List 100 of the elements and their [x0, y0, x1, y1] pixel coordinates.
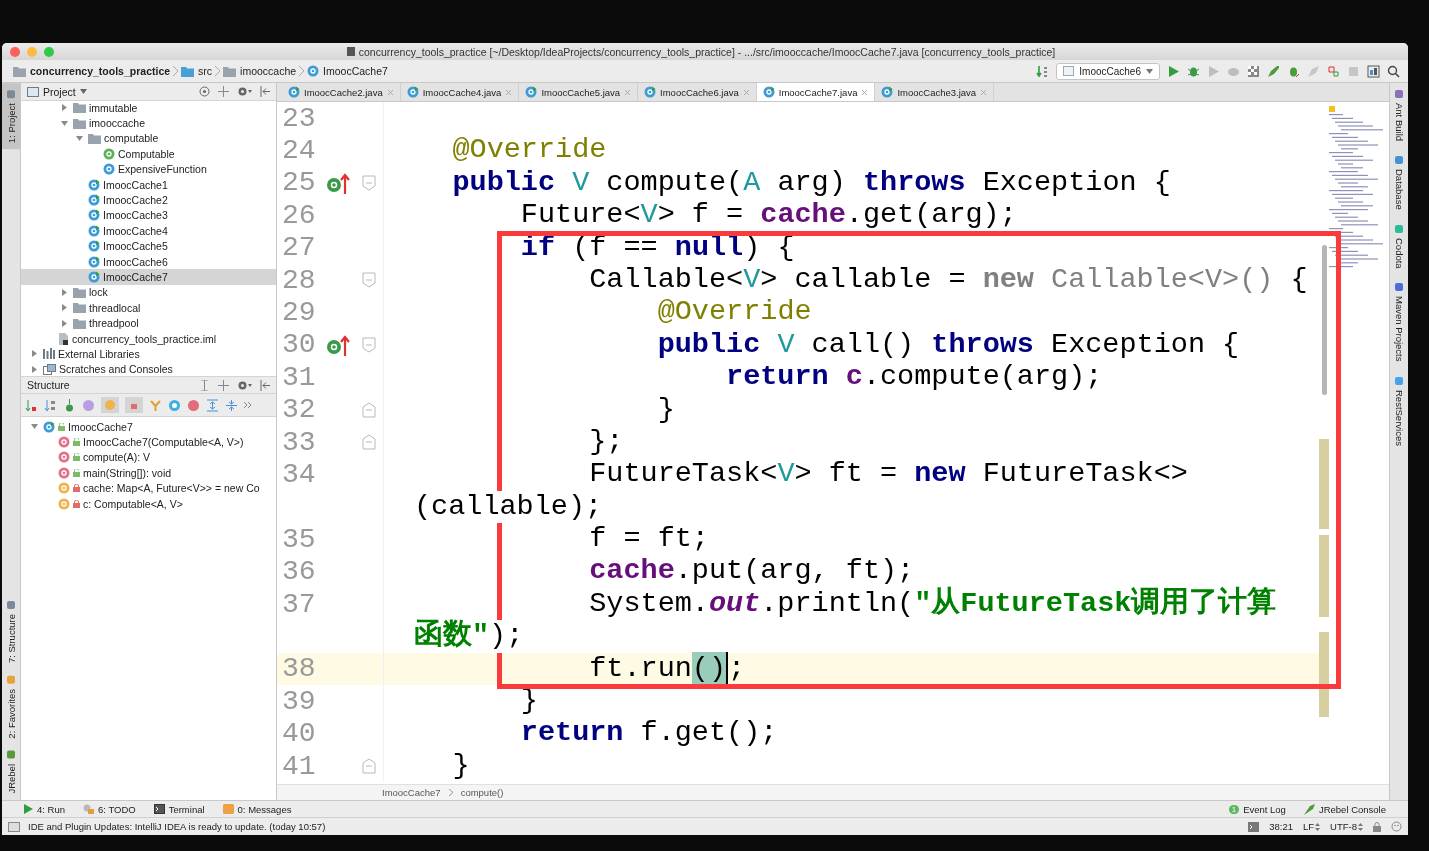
locate-icon[interactable]	[199, 86, 210, 97]
caret-position[interactable]: 38:21	[1269, 821, 1293, 832]
tree-item[interactable]: Scratches and Consoles	[21, 361, 276, 376]
close-icon[interactable]	[505, 88, 513, 96]
zoom-window-icon[interactable]	[44, 46, 54, 57]
tree-item[interactable]: ImoocCache7	[21, 419, 276, 435]
tool-window-button[interactable]: 6: TODO	[83, 803, 136, 815]
expand-icon[interactable]	[206, 398, 219, 412]
sort-icon[interactable]	[25, 398, 38, 412]
tree-item[interactable]: ImoocCache7	[21, 269, 276, 285]
tree-item[interactable]: compute(A): V	[21, 449, 276, 466]
expanded-arrow-icon[interactable]	[30, 423, 38, 431]
sort-alphabetically-icon[interactable]	[44, 398, 57, 412]
status-message[interactable]: IDE and Plugin Updates: IntelliJ IDEA is ready to update. (today 10:57)	[28, 821, 326, 832]
close-icon[interactable]	[624, 88, 632, 96]
panel-toggle-icon[interactable]	[8, 821, 20, 832]
settings-icon[interactable]	[237, 86, 252, 97]
fields-icon[interactable]	[101, 397, 119, 413]
search-icon[interactable]	[1387, 64, 1400, 78]
tree-item[interactable]: Computable	[21, 146, 276, 162]
tool-window-button[interactable]: Database	[1390, 155, 1408, 210]
interfaces-icon[interactable]	[168, 398, 181, 412]
tool-window-button[interactable]: Maven Projects	[1390, 282, 1408, 362]
non-public-icon[interactable]	[125, 397, 143, 413]
close-icon[interactable]	[980, 88, 988, 96]
tree-item[interactable]: immutable	[21, 101, 276, 116]
tool-window-button[interactable]: Codota	[1390, 223, 1408, 269]
build-icon[interactable]	[1036, 64, 1050, 78]
close-window-icon[interactable]	[10, 46, 20, 57]
tree-item[interactable]: cache: Map<A, Future<V>> = new Co	[21, 480, 276, 496]
tool-window-button[interactable]: 1 Event Log	[1228, 803, 1286, 815]
close-icon[interactable]	[861, 88, 869, 96]
editor-tab[interactable]: ImoocCache3.java	[875, 83, 995, 101]
tree-item[interactable]: c: Computable<A, V>	[21, 495, 276, 512]
editor-tab[interactable]: ImoocCache7.java	[756, 83, 876, 101]
tree-item[interactable]: lock	[21, 284, 276, 301]
tree-item[interactable]: ImoocCache3	[21, 207, 276, 224]
tool-window-button[interactable]: 4: Run	[24, 803, 65, 815]
fold-marker-icon[interactable]	[362, 758, 377, 774]
change-marker[interactable]	[1319, 439, 1329, 529]
editor-tab[interactable]: ImoocCache6.java	[638, 83, 757, 101]
fold-marker-icon[interactable]	[362, 336, 377, 353]
run-coverage-icon[interactable]	[1207, 64, 1220, 78]
editor-breadcrumb[interactable]: ImoocCache7	[382, 787, 441, 798]
tree-item[interactable]: ImoocCache5	[21, 238, 276, 254]
more-icon[interactable]	[244, 401, 252, 409]
collapsed-arrow-icon[interactable]	[60, 104, 68, 112]
lock-icon[interactable]	[1373, 821, 1381, 832]
run-configuration-dropdown[interactable]: ImoocCache6	[1056, 62, 1160, 80]
change-marker[interactable]	[1319, 535, 1329, 617]
editor-breadcrumb[interactable]: compute()	[460, 787, 504, 798]
tool-window-button[interactable]: 0: Messages	[222, 803, 292, 815]
tree-item[interactable]: ImoocCache1	[21, 176, 276, 193]
breadcrumb[interactable]: concurrency_tools_practice	[10, 65, 174, 77]
tree-item[interactable]: ImoocCache7(Computable<A, V>)	[21, 434, 276, 450]
fold-marker-icon[interactable]	[362, 174, 377, 191]
project-structure-icon[interactable]	[1367, 64, 1380, 78]
collapse-all-icon[interactable]	[218, 86, 229, 97]
hide-panel-icon[interactable]	[260, 86, 270, 97]
tree-item[interactable]: ImoocCache4	[21, 223, 276, 239]
tree-item[interactable]: computable	[21, 130, 276, 147]
run-icon[interactable]	[1167, 64, 1180, 78]
tree-item[interactable]: ImoocCache2	[21, 192, 276, 208]
fold-marker-icon[interactable]	[362, 434, 377, 451]
collapse-icon[interactable]	[225, 398, 238, 412]
expand-all-icon[interactable]	[199, 379, 210, 391]
hide-panel-icon[interactable]	[260, 379, 270, 391]
line-separator-selector[interactable]: LF	[1303, 821, 1321, 832]
coverage-icon[interactable]	[1247, 64, 1260, 78]
fold-marker-icon[interactable]	[362, 401, 377, 418]
encoding-selector[interactable]: UTF-8	[1330, 821, 1363, 832]
breadcrumb[interactable]: imooccache	[220, 65, 300, 77]
editor-tab[interactable]: ImoocCache4.java	[400, 83, 520, 101]
close-icon[interactable]	[386, 88, 394, 96]
tree-item[interactable]: concurrency_tools_practice.iml	[21, 330, 276, 347]
tool-window-button[interactable]: Terminal	[153, 803, 205, 815]
tool-window-button[interactable]: JRebel Console	[1303, 803, 1386, 815]
tool-window-button[interactable]: 7: Structure	[2, 593, 20, 669]
tree-item[interactable]: External Libraries	[21, 346, 276, 362]
tree-item[interactable]: imooccache	[21, 115, 276, 131]
tree-item[interactable]: main(String[]): void	[21, 465, 276, 481]
breadcrumb[interactable]: ImoocCache7	[304, 65, 391, 77]
fold-marker-icon[interactable]	[362, 272, 377, 289]
tree-item[interactable]: threadlocal	[21, 300, 276, 316]
change-marker[interactable]	[1319, 632, 1329, 717]
tool-window-button[interactable]: Ant Build	[1390, 89, 1408, 142]
tool-window-button[interactable]: JRebel	[2, 744, 20, 800]
tool-window-button[interactable]: 1: Project	[2, 83, 20, 150]
tree-item[interactable]: threadpool	[21, 315, 276, 331]
editor-tab[interactable]: ImoocCache2.java	[282, 83, 401, 101]
close-icon[interactable]	[742, 88, 750, 96]
breadcrumb[interactable]: src	[178, 65, 216, 77]
tool-window-button[interactable]: RestServices	[1390, 375, 1408, 446]
settings-icon[interactable]	[237, 379, 252, 391]
collapse-all-icon[interactable]	[218, 379, 229, 391]
panel-title[interactable]: Project	[43, 85, 76, 98]
terminal-icon[interactable]	[1248, 821, 1260, 832]
editor-tab[interactable]: ImoocCache5.java	[519, 83, 639, 101]
tool-window-button[interactable]: 2: Favorites	[2, 668, 20, 745]
dropdown-arrow-icon[interactable]	[79, 89, 87, 94]
